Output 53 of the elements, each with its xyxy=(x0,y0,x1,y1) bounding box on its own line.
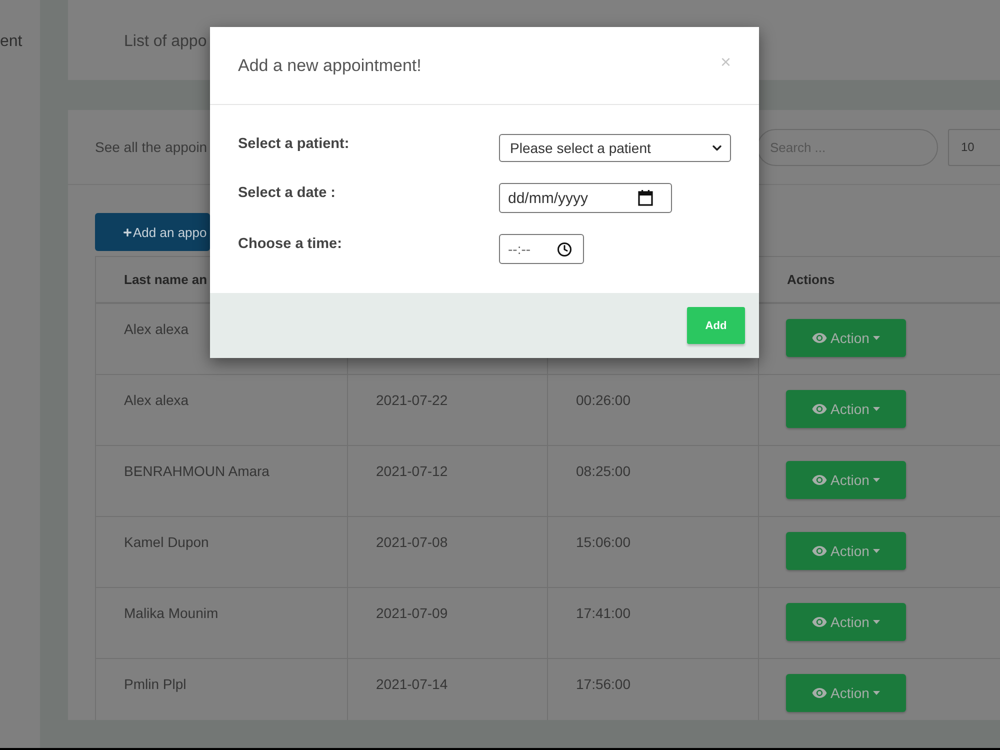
patient-name: Alex alexa xyxy=(124,392,189,408)
patient-select[interactable]: Please select a patient xyxy=(499,134,731,162)
action-button[interactable]: Action xyxy=(786,390,906,428)
appointment-time: 17:41:00 xyxy=(576,605,630,621)
eye-icon xyxy=(812,404,827,414)
clock-icon xyxy=(557,242,572,256)
field-label: Choose a time: xyxy=(238,235,342,254)
patient-name: BENRAHMOUN Amara xyxy=(124,463,270,479)
action-button[interactable]: Action xyxy=(786,674,906,712)
caret-icon xyxy=(873,620,880,624)
field-label: Select a date : xyxy=(238,184,336,203)
patient-name: Malika Mounim xyxy=(124,605,218,621)
caret-icon xyxy=(873,478,880,482)
appointment-time: 15:06:00 xyxy=(576,534,630,550)
appointment-date: 2021-07-08 xyxy=(376,534,448,550)
appointment-time: 17:56:00 xyxy=(576,676,630,692)
patient-name: Alex alexa xyxy=(124,321,189,337)
appointment-date: 2021-07-22 xyxy=(376,392,448,408)
caret-icon xyxy=(873,336,880,340)
eye-icon xyxy=(812,688,827,698)
sidebar-link[interactable]: ent xyxy=(0,33,22,51)
close-button[interactable]: × xyxy=(720,52,731,70)
page-title: List of appo xyxy=(124,33,207,51)
appointment-date: 2021-07-14 xyxy=(376,676,448,692)
panel-subtitle: See all the appoin xyxy=(95,139,208,155)
action-button[interactable]: Action xyxy=(786,461,906,499)
action-button[interactable]: Action xyxy=(786,319,906,357)
caret-icon xyxy=(873,407,880,411)
caret-icon xyxy=(873,691,880,695)
time-field[interactable]: --:-- xyxy=(499,234,584,264)
modal-title: Add a new appointment! xyxy=(238,56,422,76)
appointment-date: 2021-07-12 xyxy=(376,463,448,479)
patient-name: Pmlin Plpl xyxy=(124,676,186,692)
action-button[interactable]: Action xyxy=(786,603,906,641)
calendar-icon xyxy=(638,190,653,206)
add-button[interactable]: Add xyxy=(687,307,745,344)
eye-icon xyxy=(812,333,827,343)
field-label: Select a patient: xyxy=(238,135,350,154)
appointment-date: 2021-07-09 xyxy=(376,605,448,621)
action-button[interactable]: Action xyxy=(786,532,906,570)
column-header: Actions xyxy=(787,272,835,287)
column-header: Last name an xyxy=(124,272,208,287)
appointment-time: 08:25:00 xyxy=(576,463,630,479)
eye-icon xyxy=(812,546,827,556)
appointment-time: 00:26:00 xyxy=(576,392,630,408)
caret-icon xyxy=(873,549,880,553)
patient-name: Kamel Dupon xyxy=(124,534,209,550)
page-size-select[interactable]: 10 xyxy=(948,128,1000,166)
eye-icon xyxy=(812,475,827,485)
date-field[interactable]: dd/mm/yyyy xyxy=(499,183,672,213)
add-appointment-button[interactable]: Add an appo xyxy=(95,213,210,251)
plus-icon xyxy=(123,228,132,236)
eye-icon xyxy=(812,617,827,627)
